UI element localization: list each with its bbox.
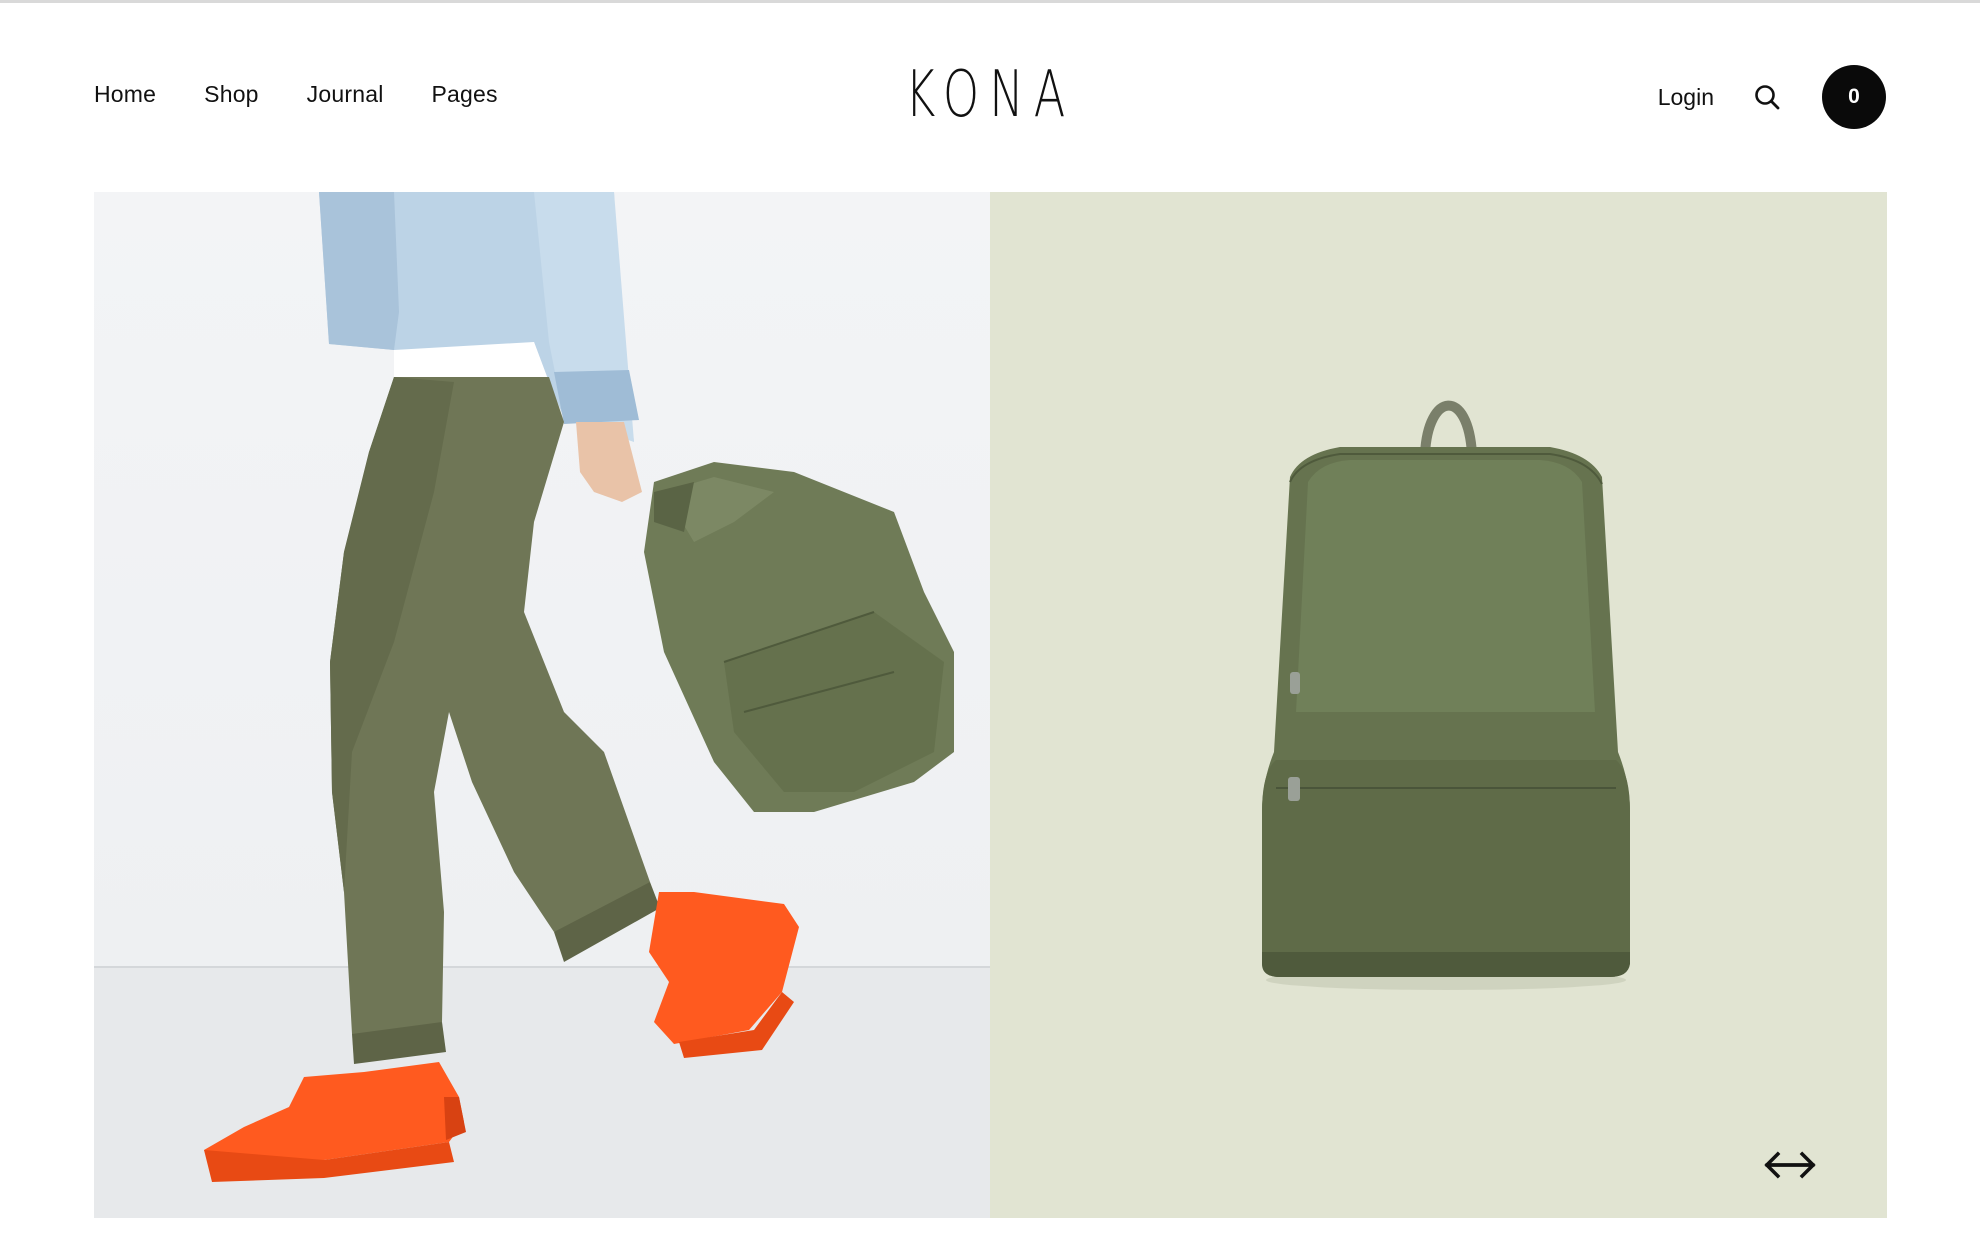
nav-item-journal[interactable]: Journal	[307, 81, 384, 108]
brand-logo-text: KONA	[904, 58, 1076, 132]
hero-image-product	[990, 192, 1887, 1218]
hero-image-model	[94, 192, 990, 1218]
slider-next-button[interactable]	[1765, 1150, 1843, 1180]
header-actions: Login 0	[1658, 65, 1886, 129]
search-icon	[1755, 85, 1780, 110]
backpack-illustration	[1262, 400, 1630, 990]
cart-count: 0	[1848, 85, 1860, 108]
model-illustration	[94, 192, 990, 1218]
nav-item-shop[interactable]: Shop	[204, 81, 259, 108]
slider-controls	[1737, 1150, 1843, 1180]
arrow-right-icon	[1765, 1151, 1816, 1179]
hero-slider	[94, 192, 1887, 1218]
site-header: Home Shop Journal Pages KONA Login 0	[0, 3, 1980, 189]
nav-item-home[interactable]: Home	[94, 81, 156, 108]
main-nav: Home Shop Journal Pages	[94, 81, 498, 108]
nav-item-pages[interactable]: Pages	[432, 81, 498, 108]
cart-button[interactable]: 0	[1822, 65, 1886, 129]
brand-logo[interactable]: KONA	[880, 55, 1100, 135]
login-link[interactable]: Login	[1658, 84, 1714, 111]
search-button[interactable]	[1750, 80, 1784, 114]
